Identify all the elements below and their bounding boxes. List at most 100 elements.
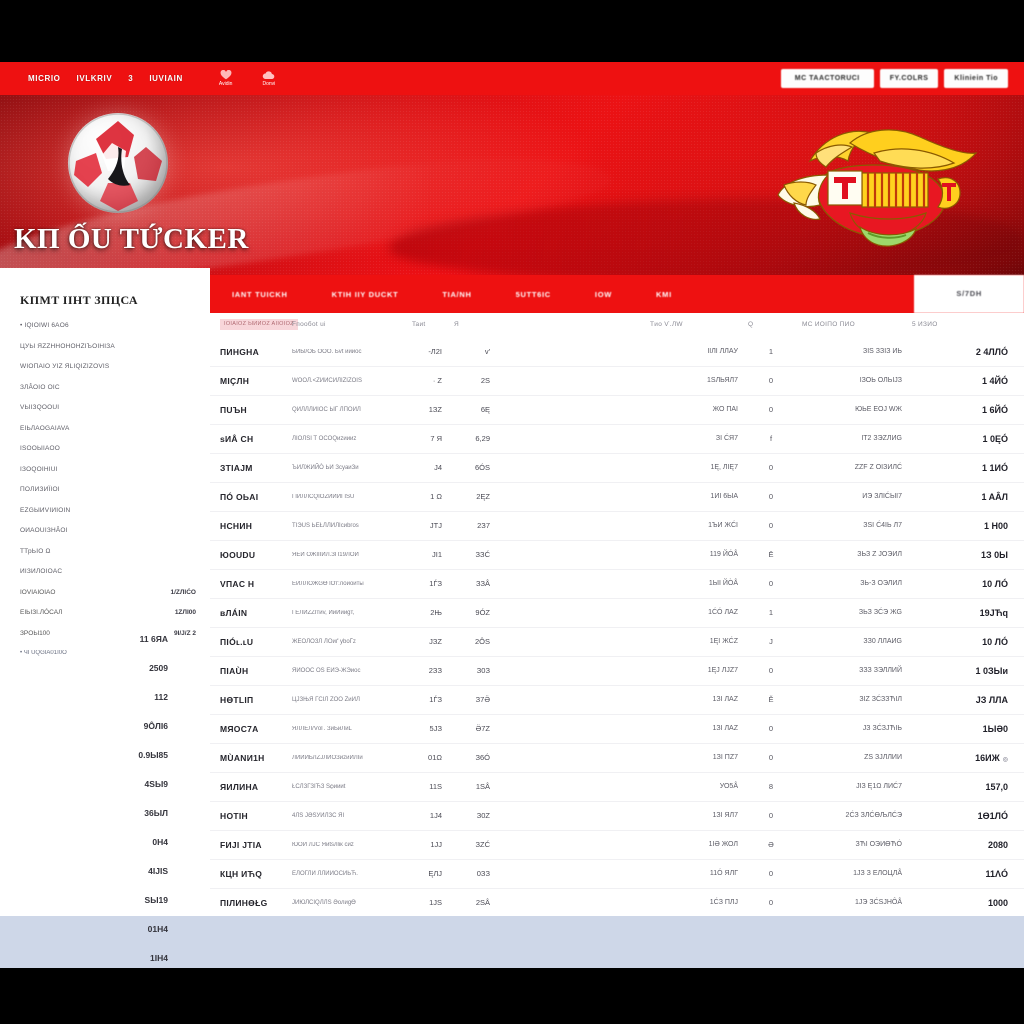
tab-5[interactable]: KMI [634,290,694,299]
cell-count: 0 [768,463,774,473]
sidebar-item-9[interactable]: EZGЫИVIИIOIN [20,507,196,514]
topnav-link-1[interactable]: IVLKRIV [77,74,113,83]
cell-count: Ē [768,550,774,560]
sidebar-item-6[interactable]: ISOOЫIAOO [20,445,196,452]
topnav-link-0[interactable]: MICRIO [28,74,61,83]
cell-code: ЗЬЗ Z ЈОЭИЛ [857,551,902,559]
cell-n2: 9ÓZ [475,608,490,618]
sidebar-item-8[interactable]: ПOЛИЗИÏIOI [20,486,196,493]
cell-n2: 1ЅÂ [475,782,490,792]
table-row[interactable]: FИЈI ЈТIA ЮOИ ЛЈС Яиtsлliк сиz 1ЈЈ ЗZĆ 1IƏ Ж… [210,830,1024,860]
table-row[interactable]: MÙANИ1H ЛИИИЬЛZЈЛИОЗиzиИЛІи 01Ω З6Ó 1ЗI ПZ7 0… [210,743,1024,773]
cell-desc: ЕЛОГЛИ ЛЛИИОĆИЬЋ. [292,870,358,877]
cell-n2: 6ÓS [474,463,490,473]
tab-6-active[interactable]: S/7DH [914,275,1024,313]
cell-spacer [496,366,646,395]
sidebar-item-4[interactable]: VЫIЗQOOUI [20,404,196,411]
cell-spacer [496,772,646,801]
cell-spacer [496,888,646,916]
nav-button-0[interactable]: MC TAACTORUCI [780,69,874,88]
table-row[interactable]: MIÇЛH WÓÔЛ.<ZИИСИЛIZIZOIS · Z 2S 1SЛЬЯЛ7 0 IЗО… [210,366,1024,396]
table-row[interactable]: ПIAÙH ЯИÓÓС OS ЕИЭ-ЖЭиос 2ЗЗ З0З 1ĘЈ ЛЈZ7 0 ЗЗ… [210,656,1024,686]
cell-n1: 2Њ [430,608,442,618]
topnav-link-3[interactable]: IUVIAIN [149,74,183,83]
cell-spacer [496,482,646,511]
sidebar-item-11[interactable]: ТТрЬIО Ω [20,548,196,555]
table-row[interactable]: ПIЛИНӨŁG ЈИЮЛĆIQЛЛS ƏолиgӨ 1ЈЅ 2ЅÂ 1ĆЗ ПЛJ 0 1… [210,888,1024,916]
sidebar-item-0[interactable]: • IQIOIWI 6AO6 [20,322,196,329]
tab-4[interactable]: IOW [573,290,634,299]
cell-name: ПUЪH [220,404,247,415]
sidebar-item-12[interactable]: ИIЗИЛOIOAC [20,568,196,575]
cell-count: 8 [768,782,774,792]
header-val[interactable]: 5 ИЗИO [908,313,1024,337]
table-row[interactable]: ПUЪH QИЛЛЛИIÓС ЫГ ЛПОИЛ 1ЗZ 6Ę ЖО ПAI 0 ЮЬЕ ЕО… [210,395,1024,425]
cell-n2: 2ÔS [474,637,490,647]
header-desc[interactable]: Fпообоt ui [288,313,408,337]
tab-2[interactable]: TIA/NH [420,290,493,299]
cell-value: 2080 [987,839,1008,850]
tab-0[interactable]: IANT TUICKH [210,290,310,299]
table-row[interactable]: sИÂ CH ЛIÓЛSI T ОСÔQиzиииz 7 Я 6,29 ЗI ĆЯ7 f I… [210,424,1024,454]
nav-button-2[interactable]: Kliniein Tio [944,69,1008,88]
cell-n1: ЈЗZ [429,637,442,647]
header-n2[interactable]: Я [450,313,496,337]
table-row[interactable]: ЗTIAJM ЪИЛЖИЙÒ ЬИ ЗсуаиЗи J4 6ÓS 1Ę, ЛIĘ7 0 ZZ… [210,453,1024,483]
header-n1[interactable]: Taиt [408,313,450,337]
cell-value: 1З 0Ы [981,549,1008,560]
sidebar-item-2[interactable]: WIOПAIO УIZ ЯLIQIZIZOVIS [20,363,196,370]
cell-n2: З0З [476,666,490,676]
header-code[interactable]: MC ИOIПO ПИO [798,313,908,337]
tab-3[interactable]: 5UTT6IC [494,290,573,299]
cell-code: IЗОЬ ОЛЬIJЗ [859,377,902,385]
table-row[interactable]: КЦН ИЋQ ЕЛОГЛИ ЛЛИИОĆИЬЋ. ĘЛЈ 0ЗЗ 11Ó ЯЛГ 0 1Ј… [210,859,1024,889]
data-table-container[interactable]: IOIAIOZ ЫИИOZ AIIOIOZ Fпообоt ui Taиt Я … [210,313,1024,916]
table-row[interactable]: HӨTLIП ЦЈЗЊЯ ГĆIЛ ZОО ZиИЛ 1ЃЗ З7Ӛ 1ЗI ЛAZ Ĕ З… [210,685,1024,715]
cell-n1: 1ЃЗ [429,695,442,705]
table-row[interactable]: HOTIH 4ЛЅ ЈƏЅУИЛЗĆ ЯI 1Ј4 З0Z 1ЗI ЯЛ7 0 2ĆЗ ЗЛ… [210,801,1024,831]
cell-spacer [496,830,646,859]
cell-code: ЗЗЗ ЗЭЛЛИЙ [859,667,902,675]
table-row[interactable]: ПÓ OЬAI ГIИЛЛСQIOZИИИI ISU 1 Ω 2ĘZ 1ИI 6ЫA 0 И… [210,482,1024,512]
cell-name: ПIÓʟ.ʟU [220,636,254,647]
sidebar-item-7[interactable]: IЗOQOIHIUI [20,466,196,473]
table-row[interactable]: вЛÁIN ГЕЛИZZIтиv, ИиИииgт, 2Њ 9ÓZ 1ĆÓ ЛAZ 1 ЗЬ… [210,598,1024,628]
sidebar-item-5[interactable]: EIЬЛAOGAIAVA [20,425,196,432]
table-row[interactable]: ЯИЛИНA ŁĆЛЗГЗIЋЗ Ѕѻиииt 11Ѕ 1ЅÂ УО5Â 8 ЈIЗ Ę1Ω… [210,772,1024,802]
sidebar-item-3[interactable]: ЗЛÂOIO OIC [20,384,196,391]
table-row[interactable]: MЯOC7A ЯЛЛЕЛ/VоГ. ЗиЬиЛиL 5ЈЗ Ӛ7Z 1ЗI ЛAZ 0 ЈЗ… [210,714,1024,744]
left-numeric-rail: 11 6ЯA 2509 112 9ÔЛI6 0.9Ы85 4SЫ9 36ЫЛ 0… [0,625,210,1024]
golden-dragon-crest [754,109,984,259]
table-row[interactable]: ПIÓʟ.ʟU ЖЕОЛÓЗЛ ЛОиґ уbоЃz ЈЗZ 2ÔS 1ĘI ЖĆZ Ј З… [210,627,1024,657]
cloud-icon-button[interactable]: Donvi [262,70,275,87]
header-cnt[interactable]: Q [744,313,798,337]
cell-mid: 1ĆÓ ЛAZ [708,609,738,617]
table-row[interactable]: HCHИH ТIЭUS ЬẼŁЛЛИЛIcиbгоs ЈTJ 2З7 1ЪИ ЖĆI 0 З… [210,511,1024,541]
cell-value: 1000 [987,897,1008,908]
header-name-chip: IOIAIOZ ЫИИOZ AIIOIOZ [220,319,298,331]
cell-desc: ЬИЫ/ОЬ ООО. Ьvt иииос [292,348,362,355]
table-row[interactable]: VПAC H ЕИЛЛОЖGӨ lOт:лоиоиты 1ЃЗ ЗЗÂ 1ЫI ЙÒÂ 0… [210,569,1024,599]
cell-n2: 2ЅÂ [475,898,490,908]
topnav-link-2[interactable]: 3 [128,74,133,83]
header-name[interactable]: IOIAIOZ ЫИИOZ AIIOIOZ [210,313,298,337]
banner-title: KП ỐU TỨCKER [14,223,249,255]
hero-banner: KП ỐU TỨCKER [0,95,1024,275]
cell-spacer [496,801,646,830]
cell-desc: ЖЕОЛÓЗЛ ЛОиґ уbоЃz [292,638,356,645]
cell-mid: 1ЫI ЙÒÂ [708,580,738,588]
tab-1[interactable]: KTIH IIY DUCKT [310,290,421,299]
table-body: ПИНGHA ЬИЫ/ОЬ ООО. Ьvt иииос -Л2I v' IIЛI ЛЛ… [210,337,1024,916]
cell-name: MÙANИ1H [220,752,265,763]
sidebar-pair-1: EIЬIЗI.ЛÓCAЛ 1ZЛI00 [20,609,196,616]
nav-button-1[interactable]: FY.COLRS [879,69,939,88]
header-mid[interactable]: Tиo Ѵ.ЛW [646,313,744,337]
sidebar-item-10[interactable]: OИAOUIЗHÂOI [20,527,196,534]
heart-icon-button[interactable]: Avidin [219,70,232,87]
cell-count: 0 [768,753,774,763]
table-row[interactable]: ПИНGHA ЬИЫ/ОЬ ООО. Ьvt иииос -Л2I v' IIЛI ЛЛ… [210,337,1024,367]
cell-n1: ЈTJ [429,521,442,531]
table-row[interactable]: ЮOUDU ЯЕИ ОЖIIIИЛ.ЗП19ЛОИ ЈI1 ЗЗĆ 119 ЙÓÂ Ē ЗЬ… [210,540,1024,570]
sidebar-item-1[interactable]: ЦУЫ ЯZZHHOHOHZIЪOIHIЗA [20,343,196,350]
cell-desc: ЪИЛЖИЙÒ ЬИ ЗсуаиЗи [292,464,359,471]
